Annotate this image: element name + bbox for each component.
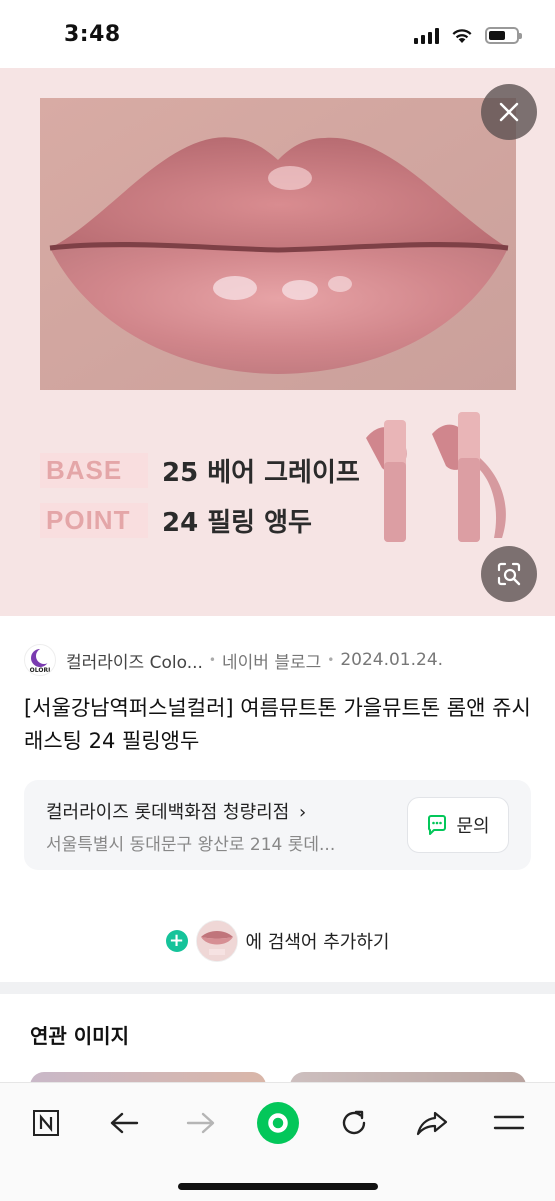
lips-photo (40, 98, 516, 390)
plus-icon: + (165, 930, 188, 952)
status-time: 3:48 (64, 22, 121, 47)
shade-row-point: POINT 24 필링 앵두 (40, 502, 312, 539)
inquiry-label: 문의 (456, 816, 490, 837)
close-icon (499, 102, 519, 122)
source-site: 네이버 블로그 (222, 652, 322, 673)
chat-icon (428, 815, 447, 835)
store-name-label: 컬러라이즈 롯데백화점 청량리점 (46, 802, 290, 823)
shade-name: 24 필링 앵두 (162, 508, 312, 538)
add-search-label: 에 검색어 추가하기 (245, 932, 390, 953)
store-card[interactable]: 컬러라이즈 롯데백화점 청량리점 › 서울특별시 동대문구 왕산로 214 롯데… (24, 780, 531, 870)
lens-search-button[interactable] (481, 546, 537, 602)
section-divider (0, 982, 555, 994)
lens-search-icon (497, 562, 521, 586)
forward-button[interactable] (175, 1097, 227, 1149)
battery-icon (485, 27, 522, 44)
source-date: 2024.01.24. (340, 650, 444, 670)
share-button[interactable] (406, 1097, 458, 1149)
menu-icon (493, 1115, 525, 1130)
separator-dot: • (327, 653, 335, 667)
share-icon (416, 1111, 448, 1136)
separator-dot: • (208, 653, 216, 667)
refresh-icon (342, 1110, 366, 1135)
status-icons (414, 27, 522, 44)
refresh-button[interactable] (328, 1097, 380, 1149)
shade-tag: BASE (40, 453, 148, 488)
close-button[interactable] (481, 84, 537, 140)
source-row[interactable]: OLORI 컬러라이즈 Colo... • 네이버 블로그 • 2024.01.… (24, 644, 534, 676)
lip-tint-products (366, 412, 506, 542)
add-search-keyword-button[interactable]: + 에 검색어 추가하기 (0, 918, 555, 964)
search-thumbnail (195, 920, 238, 962)
wifi-icon (452, 28, 472, 43)
naver-home-button[interactable] (20, 1097, 72, 1149)
shade-row-base: BASE 25 베어 그레이프 (40, 452, 360, 489)
signal-icon (414, 27, 439, 44)
related-images-title: 연관 이미지 (30, 1024, 129, 1048)
forward-arrow-icon (186, 1112, 215, 1134)
back-arrow-icon (110, 1112, 139, 1134)
naver-n-icon (33, 1110, 59, 1136)
home-indicator (178, 1183, 378, 1190)
status-bar: 3:48 (0, 0, 555, 68)
shade-name: 25 베어 그레이프 (162, 458, 360, 488)
source-name[interactable]: 컬러라이즈 Colo... (66, 648, 203, 673)
menu-button[interactable] (483, 1097, 535, 1149)
inquiry-button[interactable]: 문의 (407, 797, 509, 853)
home-circle-icon (257, 1102, 299, 1144)
shade-tag: POINT (40, 503, 148, 538)
source-logo: OLORI (24, 644, 56, 676)
chevron-right-icon: › (299, 802, 307, 823)
post-title[interactable]: [서울강남역퍼스널컬러] 여름뮤트톤 가을뮤트톤 롬앤 쥬시래스팅 24 필링앵… (24, 692, 534, 758)
back-button[interactable] (98, 1097, 150, 1149)
store-address: 서울특별시 동대문구 왕산로 214 롯데... (46, 835, 336, 855)
store-name[interactable]: 컬러라이즈 롯데백화점 청량리점 › (46, 798, 306, 824)
product-image[interactable]: BASE 25 베어 그레이프 POINT 24 필링 앵두 (0, 68, 555, 616)
green-home-button[interactable] (252, 1097, 304, 1149)
